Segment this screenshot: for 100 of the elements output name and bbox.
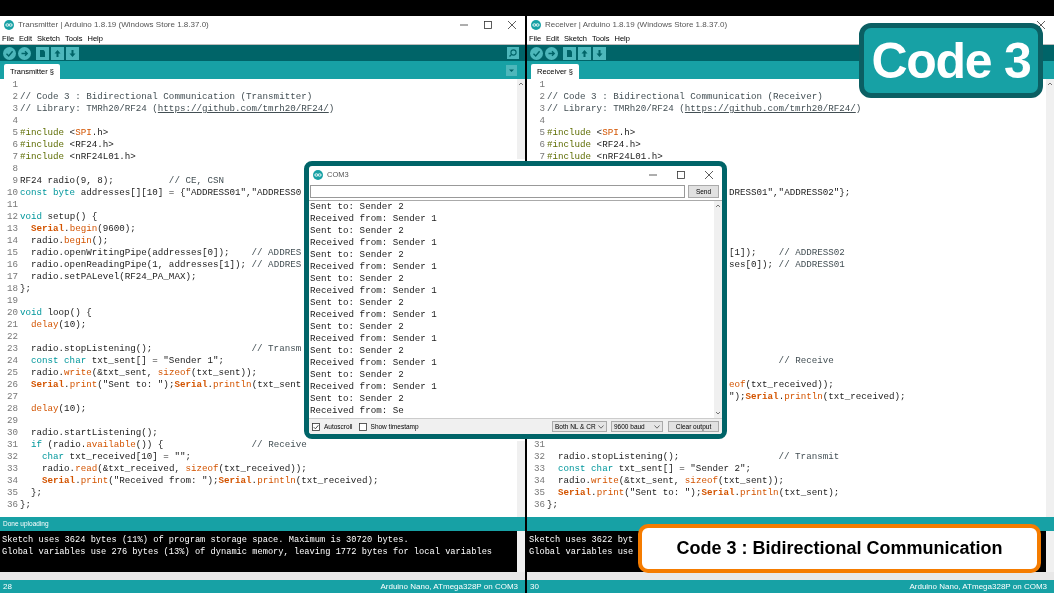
scrollbar[interactable] <box>527 572 1054 580</box>
scroll-up-icon[interactable] <box>1047 81 1053 87</box>
scroll-up-icon[interactable] <box>518 81 524 87</box>
line-number: 34 <box>6 475 18 486</box>
console-line: Global variables use 276 bytes (13%) of dynamic memory, leaving 1772 bytes for local variables <box>2 546 493 558</box>
code-line: // Code 3 : Bidirectional Communication (Transmitter) <box>20 91 313 103</box>
output-line: Received from: Sender 1 <box>310 333 438 345</box>
code-line: #include <RF24.h> <box>547 139 641 151</box>
code-line: char txt_received[10] = ""; <box>41 451 191 463</box>
output-line: Sent to: Sender 2 <box>310 321 405 333</box>
line-number: 15 <box>6 247 18 258</box>
link[interactable]: https://github.com/tmrh20/RF24/ <box>684 103 856 114</box>
output-line: Sent to: Sender 2 <box>310 369 405 381</box>
line-number: 27 <box>6 391 18 402</box>
scroll-up-icon[interactable] <box>715 203 721 209</box>
console-line: Sketch uses 3624 bytes (11%) of program storage space. Maximum is 30720 bytes. <box>2 534 409 546</box>
line-number: 17 <box>6 271 18 282</box>
line-number: 24 <box>6 355 18 366</box>
scrollbar[interactable] <box>1046 531 1054 572</box>
line-number: 26 <box>6 379 18 390</box>
line-number: 14 <box>6 235 18 246</box>
code-line: #include <RF24.h> <box>20 139 114 151</box>
output-line: Received from: Sender 1 <box>310 213 438 225</box>
up-arrow-icon[interactable] <box>51 46 64 60</box>
output-line: Sent to: Sender 2 <box>310 249 405 261</box>
code-line: [1]); // ADDRESS02 <box>729 247 845 259</box>
code-line: }; <box>20 499 32 511</box>
message-input-field[interactable] <box>310 185 685 198</box>
output-line: Received from: Sender 1 <box>310 381 438 393</box>
line-number: 32 <box>533 451 545 462</box>
new-file-icon[interactable] <box>563 46 576 60</box>
verify-check-icon[interactable] <box>3 46 16 60</box>
code-line: radio.openReadingPipe(1, addresses[1]); // ADDRES <box>30 259 302 271</box>
code-line: const byte addresses[][10] = {"ADDRESS01","ADDRESS0 <box>20 187 302 199</box>
autoscroll-checkbox[interactable] <box>312 422 320 431</box>
caret-icon <box>654 424 660 429</box>
code-line: ");Serial.println(txt_received); <box>729 391 906 403</box>
line-number: 2 <box>12 91 18 102</box>
code-line: }; <box>547 499 559 511</box>
code-line: #include <nRF24L01.h> <box>20 151 136 163</box>
close-icon[interactable] <box>704 169 714 180</box>
scroll-down-icon[interactable] <box>715 410 721 416</box>
maximize-icon[interactable] <box>676 169 686 180</box>
line-indicator: 30 <box>530 582 539 591</box>
line-number: 31 <box>533 439 545 450</box>
line-number: 23 <box>6 343 18 354</box>
scrollbar[interactable] <box>517 79 525 159</box>
scrollbar[interactable] <box>0 572 525 580</box>
maximize-icon[interactable] <box>483 19 493 30</box>
output-line: Sent to: Sender 2 <box>310 297 405 309</box>
scrollbar[interactable] <box>517 531 525 572</box>
new-file-icon[interactable] <box>36 46 49 60</box>
code-line: void setup() { <box>20 211 98 223</box>
code-line: eof(txt_received)); <box>729 379 834 391</box>
close-icon[interactable] <box>507 19 517 30</box>
line-number: 4 <box>12 115 18 126</box>
line-indicator: 28 <box>3 582 12 591</box>
verify-check-icon[interactable] <box>530 46 543 60</box>
down-arrow-icon[interactable] <box>66 46 79 60</box>
line-number: 35 <box>6 487 18 498</box>
line-number: 19 <box>6 295 18 306</box>
magnifier-icon[interactable] <box>507 47 519 59</box>
title-badge: Code 3 <box>859 23 1043 98</box>
code-line: radio.read(&txt_received, sizeof(txt_received)); <box>41 463 307 475</box>
code-line: Serial.print("Received from: ");Serial.println(txt_received); <box>41 475 379 487</box>
line-number: 13 <box>6 223 18 234</box>
code-line: #include <SPI.h> <box>20 127 109 139</box>
line-number: 36 <box>533 499 545 510</box>
line-number: 6 <box>12 139 18 150</box>
timestamp-checkbox[interactable] <box>358 422 367 431</box>
line-number: 34 <box>533 475 545 486</box>
code-line: radio.setPALevel(RF24_PA_MAX); <box>30 271 197 283</box>
line-number: 7 <box>12 151 18 162</box>
code-line: // Code 3 : Bidirectional Communication (Receiver) <box>547 91 823 103</box>
up-arrow-icon[interactable] <box>578 46 591 60</box>
output-line: Received from: Sender 1 <box>310 357 438 369</box>
code-line: radio.startListening(); <box>30 427 158 439</box>
dropdown-icon[interactable] <box>506 65 517 76</box>
code-line: // Library: TMRh20/RF24 (https://github.com/tmrh20/RF24/) <box>20 103 335 115</box>
code-line: RF24 radio(9, 8); // CE, CSN <box>20 175 224 187</box>
code-line: Serial.print("Sent to: ");Serial.println(txt_sent); <box>557 487 840 499</box>
scrollbar[interactable] <box>1046 79 1054 517</box>
line-number: 1 <box>539 79 545 90</box>
down-arrow-icon[interactable] <box>593 46 606 60</box>
link[interactable]: https://github.com/tmrh20/RF24/ <box>157 103 329 114</box>
scrollbar[interactable] <box>714 201 722 418</box>
line-number: 18 <box>6 283 18 294</box>
app-logo-icon <box>313 169 323 180</box>
output-line: Sent to: Sender 2 <box>310 273 405 285</box>
line-number: 8 <box>12 163 18 174</box>
code-line: radio.begin(); <box>30 235 109 247</box>
code-line: }; <box>20 283 32 295</box>
output-line: Sent to: Sender 2 <box>310 225 405 237</box>
output-line: Received from: Sender 1 <box>310 285 438 297</box>
line-number: 11 <box>6 199 18 210</box>
code-line: const char txt_sent[] = "Sender 1"; <box>30 355 224 367</box>
scrollbar[interactable] <box>517 441 525 517</box>
line-number: 22 <box>6 331 18 342</box>
line-number: 5 <box>539 127 545 138</box>
line-number: 6 <box>539 139 545 150</box>
